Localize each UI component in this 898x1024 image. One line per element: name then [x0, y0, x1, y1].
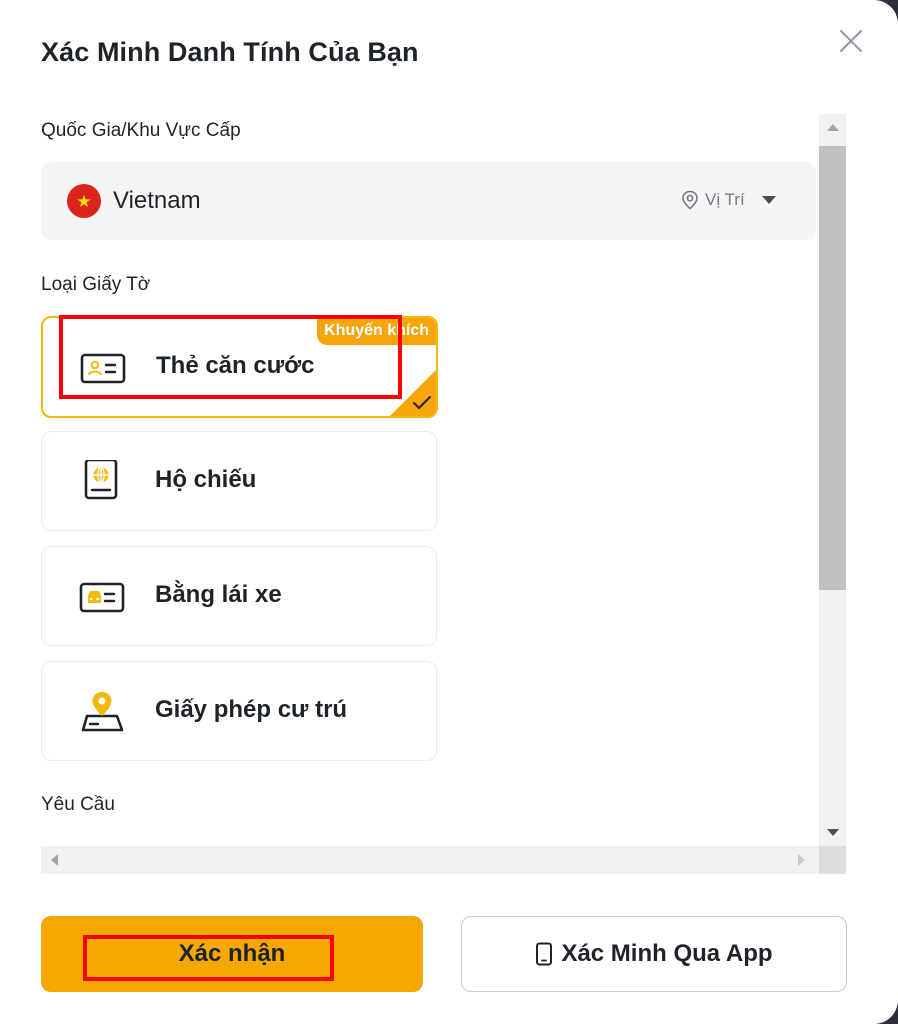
scroll-left-arrow-icon[interactable]: [51, 854, 58, 866]
document-type-label: Loại Giấy Tờ: [41, 274, 151, 295]
phone-icon: [536, 942, 553, 966]
dialog-scroll-content[interactable]: Quốc Gia/Khu Vực Cấp ★ Vietnam Vị Trí Lo…: [41, 114, 819, 846]
doc-option-residence-permit[interactable]: Giấy phép cư trú: [41, 661, 437, 761]
doc-option-label: Thẻ căn cước: [156, 352, 315, 379]
doc-option-label: Bằng lái xe: [155, 581, 282, 608]
confirm-button[interactable]: Xác nhận: [41, 916, 423, 992]
location-pin-icon: [682, 190, 698, 210]
confirm-button-label: Xác nhận: [178, 940, 286, 967]
issuing-country-label: Quốc Gia/Khu Vực Cấp: [41, 120, 241, 141]
horizontal-scrollbar[interactable]: [41, 846, 819, 874]
doc-option-id-card[interactable]: Thẻ căn cước Khuyến khích: [41, 316, 438, 418]
scroll-down-arrow-icon[interactable]: [827, 829, 839, 836]
close-icon[interactable]: [838, 28, 864, 54]
dialog-title: Xác Minh Danh Tính Của Bạn: [41, 37, 419, 67]
residence-permit-icon: [78, 690, 126, 732]
vertical-scrollbar[interactable]: [819, 114, 846, 846]
id-card-icon: [79, 346, 127, 386]
checkmark-icon: [412, 394, 432, 412]
verify-identity-dialog: Xác Minh Danh Tính Của Bạn Quốc Gia/Khu …: [0, 0, 898, 1024]
verify-via-app-button[interactable]: Xác Minh Qua App: [461, 916, 847, 992]
scroll-up-arrow-icon[interactable]: [827, 124, 839, 131]
doc-option-label: Giấy phép cư trú: [155, 696, 348, 723]
location-selector[interactable]: Vị Trí: [681, 190, 777, 210]
verify-via-app-label: Xác Minh Qua App: [561, 940, 773, 967]
vietnam-flag-icon: ★: [67, 184, 101, 218]
scrollbar-corner: [819, 846, 846, 874]
passport-icon: [78, 458, 126, 500]
doc-option-driver-license[interactable]: Bằng lái xe: [41, 546, 437, 646]
scroll-right-arrow-icon[interactable]: [798, 854, 805, 866]
country-select[interactable]: ★ Vietnam Vị Trí: [41, 162, 816, 240]
recommended-badge: Khuyến khích: [317, 318, 436, 345]
requirements-label: Yêu Cầu: [41, 794, 115, 815]
caret-down-icon: [761, 196, 776, 204]
selected-country: Vietnam: [113, 187, 201, 214]
location-label: Vị Trí: [705, 190, 745, 209]
doc-option-passport[interactable]: Hộ chiếu: [41, 431, 437, 531]
doc-option-label: Hộ chiếu: [155, 466, 257, 493]
vertical-scrollbar-thumb[interactable]: [819, 146, 846, 590]
driver-license-icon: [78, 575, 126, 615]
